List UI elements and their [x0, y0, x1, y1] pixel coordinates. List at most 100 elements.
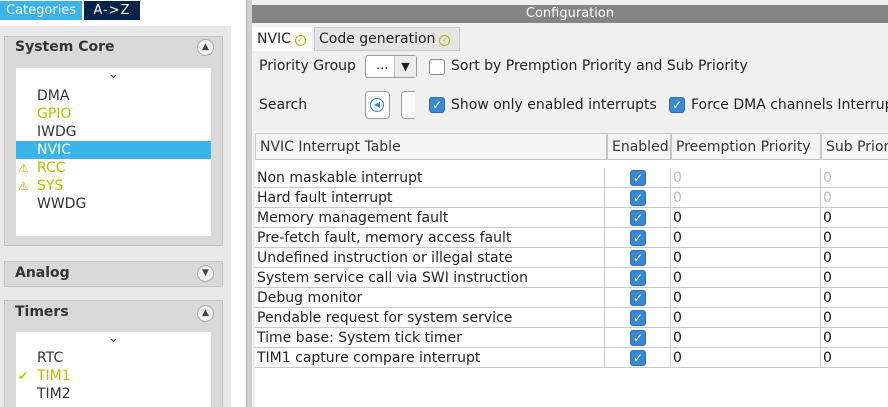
sub-priority-cell[interactable]: 0	[821, 208, 888, 228]
table-row[interactable]: Memory management fault ✓ 0 0	[255, 208, 888, 228]
search-label: Search	[259, 97, 308, 113]
table-row[interactable]: Pre-fetch fault, memory access fault ✓ 0 0	[255, 228, 888, 248]
tab-a-z[interactable]: A->Z	[84, 1, 140, 20]
enabled-checkbox[interactable]: ✓	[630, 270, 646, 286]
enabled-checkbox[interactable]: ✓	[630, 190, 646, 206]
list-item-nvic[interactable]: NVIC	[16, 141, 211, 159]
interrupt-name: Non maskable interrupt	[255, 168, 605, 188]
warning-icon: ⚠	[18, 161, 29, 175]
arrow-left-icon: ◀	[370, 98, 384, 112]
tab-nvic[interactable]: NVIC ✓	[252, 27, 312, 51]
analog-title[interactable]: Analog	[15, 265, 70, 281]
collapse-up-icon[interactable]: ▲	[197, 305, 214, 322]
list-item-gpio[interactable]: GPIO	[16, 105, 211, 123]
list-item-sys[interactable]: ⚠ SYS	[16, 177, 211, 195]
configuration-title: Configuration	[252, 5, 888, 23]
preemption-priority-cell[interactable]: 0	[671, 248, 821, 268]
priority-group-select[interactable]: ... ▼	[365, 55, 417, 78]
list-item-label: SYS	[37, 178, 64, 194]
tab-label: Code generation	[319, 31, 436, 47]
preemption-priority-cell[interactable]: 0	[671, 328, 821, 348]
analog-panel: Analog ▼	[4, 261, 223, 287]
column-header-preemption[interactable]: Preemption Priority	[671, 133, 821, 160]
preemption-priority-cell[interactable]: 0	[671, 208, 821, 228]
table-row[interactable]: Non maskable interrupt ✓ 0 0	[255, 168, 888, 188]
enabled-checkbox[interactable]: ✓	[630, 290, 646, 306]
chevron-down-icon[interactable]: ▼	[394, 56, 416, 77]
sub-priority-cell[interactable]: 0	[821, 268, 888, 288]
preemption-priority-cell[interactable]: 0	[671, 348, 821, 368]
list-item-label: TIM1	[37, 368, 71, 384]
table-row[interactable]: Pendable request for system service ✓ 0 0	[255, 308, 888, 328]
expand-down-icon[interactable]: ▼	[197, 265, 214, 282]
list-item-dma[interactable]: DMA	[16, 87, 211, 105]
preemption-priority-cell[interactable]: 0	[671, 308, 821, 328]
tab-code-generation[interactable]: Code generation ✓	[314, 27, 460, 51]
enabled-cell: ✓	[607, 208, 671, 228]
list-item-label: RTC	[37, 350, 64, 366]
list-item-tim1[interactable]: ✔ TIM1	[16, 367, 211, 385]
timers-title[interactable]: Timers	[15, 304, 69, 320]
list-item-rtc[interactable]: RTC	[16, 349, 211, 367]
table-row[interactable]: Debug monitor ✓ 0 0	[255, 288, 888, 308]
preemption-priority-cell[interactable]: 0	[671, 268, 821, 288]
sub-priority-cell[interactable]: 0	[821, 228, 888, 248]
list-item-label: NVIC	[37, 142, 71, 158]
sub-priority-cell[interactable]: 0	[821, 348, 888, 368]
priority-group-label: Priority Group	[259, 58, 356, 74]
enabled-cell: ✓	[607, 268, 671, 288]
enabled-checkbox[interactable]: ✓	[630, 330, 646, 346]
timers-panel: Timers ▲ ⌄ RTC ✔ TIM1 TIM2	[4, 300, 223, 407]
list-item-label: TIM2	[37, 386, 71, 402]
list-item-label: WWDG	[37, 196, 87, 212]
sub-priority-cell[interactable]: 0	[821, 328, 888, 348]
tab-categories[interactable]: Categories	[0, 1, 82, 20]
table-row[interactable]: TIM1 capture compare interrupt ✓ 0 0	[255, 348, 888, 368]
list-item-rcc[interactable]: ⚠ RCC	[16, 159, 211, 177]
timers-list: ⌄ RTC ✔ TIM1 TIM2	[16, 331, 211, 407]
enabled-checkbox[interactable]: ✓	[630, 230, 646, 246]
preemption-priority-cell[interactable]: 0	[671, 228, 821, 248]
interrupt-name: TIM1 capture compare interrupt	[255, 348, 605, 368]
table-row[interactable]: System service call via SWI instruction ✓…	[255, 268, 888, 288]
list-item-tim2[interactable]: TIM2	[16, 385, 211, 403]
interrupt-name: Debug monitor	[255, 288, 605, 308]
list-item-iwdg[interactable]: IWDG	[16, 123, 211, 141]
chevron-down-icon[interactable]: ⌄	[16, 331, 211, 346]
show-enabled-label: Show only enabled interrupts	[451, 97, 657, 113]
column-header-interrupt[interactable]: NVIC Interrupt Table	[255, 133, 607, 160]
table-row[interactable]: Time base: System tick timer ✓ 0 0	[255, 328, 888, 348]
sort-priority-label: Sort by Premption Priority and Sub Prior…	[451, 58, 748, 74]
enabled-checkbox[interactable]: ✓	[630, 250, 646, 266]
collapse-up-icon[interactable]: ▲	[197, 39, 214, 56]
interrupt-name: Time base: System tick timer	[255, 328, 605, 348]
sort-priority-checkbox[interactable]	[429, 59, 445, 75]
system-core-panel: System Core ▲ ⌄ DMA GPIO IWDG NVIC ⚠ RCC …	[4, 36, 223, 246]
tab-label: NVIC	[257, 31, 291, 47]
enabled-checkbox[interactable]: ✓	[630, 350, 646, 366]
show-enabled-checkbox[interactable]: ✓	[429, 97, 445, 113]
force-dma-label: Force DMA channels Interrup	[691, 97, 888, 113]
sub-priority-cell[interactable]: 0	[821, 308, 888, 328]
nvic-interrupt-table: NVIC Interrupt Table Enabled Preemption …	[255, 133, 888, 407]
list-item-wwdg[interactable]: WWDG	[16, 195, 211, 213]
search-next-button[interactable]	[401, 91, 415, 119]
enabled-checkbox[interactable]: ✓	[630, 310, 646, 326]
table-row[interactable]: Hard fault interrupt ✓ 0 0	[255, 188, 888, 208]
column-header-enabled[interactable]: Enabled	[607, 133, 671, 160]
system-core-list: ⌄ DMA GPIO IWDG NVIC ⚠ RCC ⚠ SYS WWDG	[16, 67, 211, 236]
system-core-title[interactable]: System Core	[15, 39, 114, 55]
enabled-checkbox[interactable]: ✓	[630, 210, 646, 226]
search-previous-button[interactable]: ◀	[365, 91, 390, 119]
category-tabs: Categories A->Z	[0, 1, 140, 20]
chevron-down-icon[interactable]: ⌄	[16, 67, 211, 82]
sub-priority-cell[interactable]: 0	[821, 288, 888, 308]
enabled-checkbox[interactable]: ✓	[630, 170, 646, 186]
ok-status-icon: ✓	[439, 35, 451, 46]
table-row[interactable]: Undefined instruction or illegal state ✓ 0…	[255, 248, 888, 268]
force-dma-checkbox[interactable]: ✓	[669, 97, 685, 113]
preemption-priority-cell[interactable]: 0	[671, 288, 821, 308]
sub-priority-cell[interactable]: 0	[821, 248, 888, 268]
preemption-priority-cell: 0	[671, 188, 821, 208]
column-header-sub-priority[interactable]: Sub Priority	[821, 133, 888, 160]
